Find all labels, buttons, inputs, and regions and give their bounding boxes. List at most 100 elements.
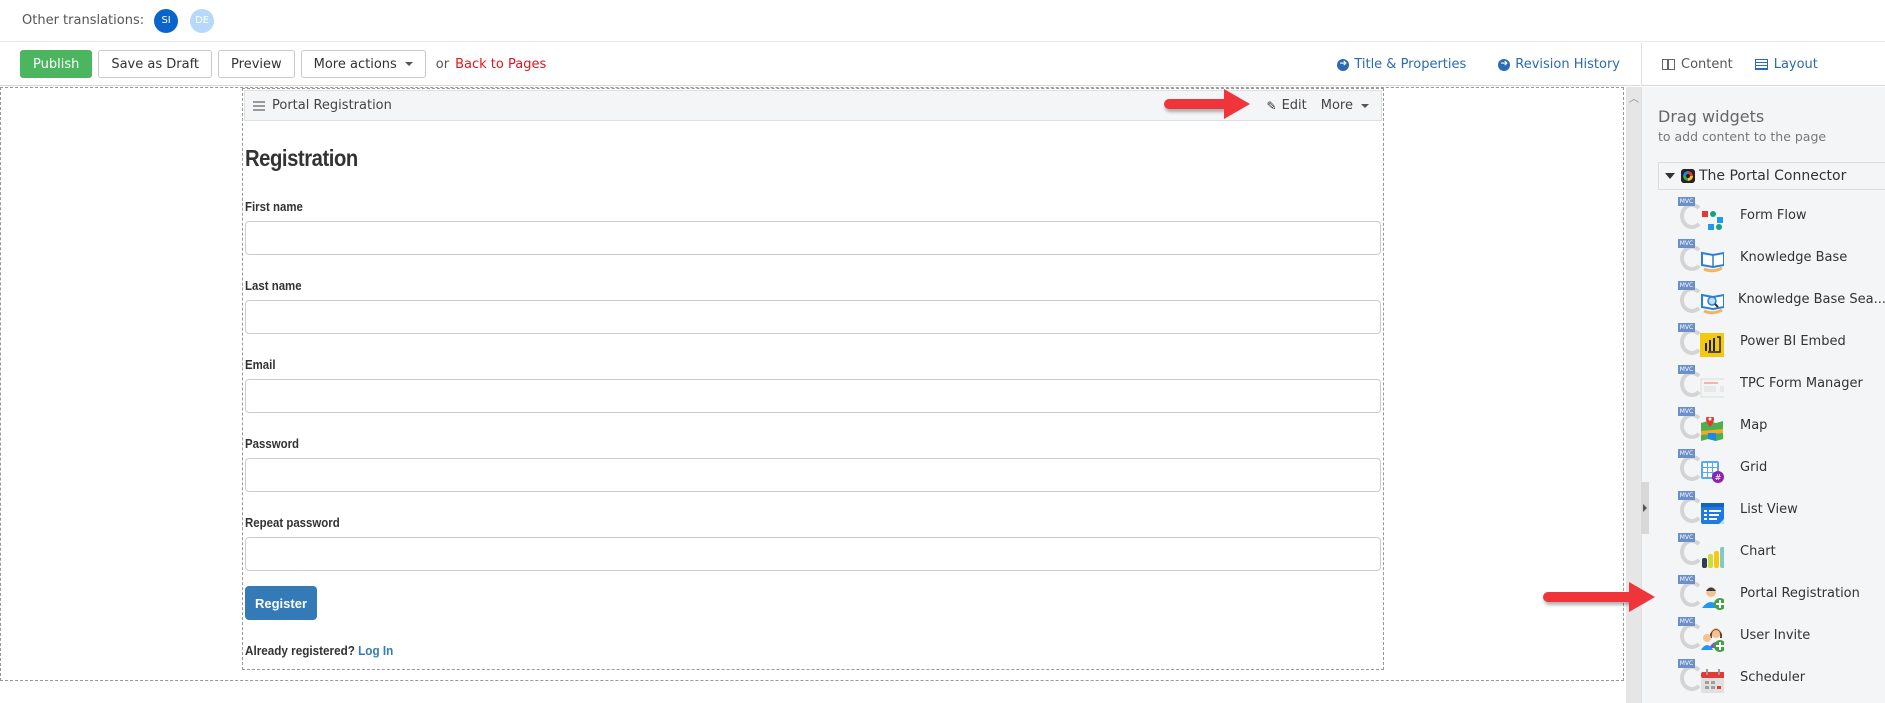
widget-item-list-view[interactable]: MVC List View [1678,488,1885,530]
widget-item-portal-registration[interactable]: MVC Portal Registration [1678,572,1885,614]
scroll-up-icon[interactable]: ︿ [1629,90,1639,105]
widget-label: Knowledge Base Sea... [1738,291,1885,307]
already-registered-text: Already registered? Log In [245,643,1267,658]
repeat-password-label: Repeat password [245,515,340,530]
tab-content[interactable]: Content [1662,57,1733,72]
widget-label: Portal Registration [1740,585,1860,601]
widget-group-portal-connector[interactable]: The Portal Connector [1658,162,1885,190]
portal-registration-icon: MVC [1678,575,1726,611]
language-de-button[interactable]: DE [190,8,215,33]
register-button[interactable]: Register [245,586,317,620]
page-toolbar: Publish Save as Draft Preview More actio… [0,43,1640,86]
widget-label: Chart [1740,543,1776,559]
layout-icon [1754,58,1768,70]
widget-item-map[interactable]: MVC Map [1678,404,1885,446]
scheduler-icon: MVC [1678,659,1726,695]
tab-layout-label: Layout [1773,56,1818,72]
more-actions-dropdown[interactable]: More actions [300,50,426,78]
translations-label: Other translations: [22,13,145,28]
group-label: The Portal Connector [1699,168,1847,184]
annotation-arrow-edit [1164,89,1250,119]
widget-item-form-flow[interactable]: MVC Form Flow [1678,194,1885,236]
widget-label: Knowledge Base [1740,249,1848,265]
title-properties-link[interactable]: ➜ Title & Properties [1337,57,1466,72]
back-to-pages-link[interactable]: Back to Pages [455,57,546,72]
or-text: or [435,56,450,72]
list-view-icon: MVC [1678,491,1726,527]
mvc-badge: MVC [1678,323,1695,332]
widget-label: Power BI Embed [1740,333,1846,349]
preview-button[interactable]: Preview [218,50,295,78]
sidebar-subtitle: to add content to the page [1658,129,1827,144]
widget-item-scheduler[interactable]: MVC Scheduler [1678,656,1885,698]
arrow-circle-right-icon: ➜ [1337,58,1350,71]
form-manager-icon: MVC [1678,365,1726,401]
revision-history-link[interactable]: ➜ Revision History [1498,57,1620,72]
title-properties-label: Title & Properties [1354,57,1467,72]
portal-registration-widget[interactable]: Portal Registration ✎ Edit More Registrat… [242,88,1384,670]
mvc-badge: MVC [1678,407,1695,416]
mvc-badge: MVC [1678,239,1695,248]
page-canvas: Portal Registration ✎ Edit More Registrat… [0,87,1626,703]
columns-icon [1662,58,1675,70]
language-si-button[interactable]: SI [154,8,179,33]
last-name-label: Last name [245,278,302,293]
repeat-password-field[interactable] [245,537,1381,571]
more-actions-label: More actions [313,56,397,72]
last-name-field[interactable] [245,300,1381,334]
widget-item-knowledge-base-search[interactable]: MVC Knowledge Base Sea... [1678,278,1885,320]
widget-item-knowledge-base[interactable]: MVC Knowledge Base [1678,236,1885,278]
widget-label: User Invite [1740,627,1811,643]
widget-label: Scheduler [1740,669,1806,685]
knowledge-base-icon: MVC [1678,239,1726,275]
widget-label: Form Flow [1740,207,1807,223]
widget-label: TPC Form Manager [1740,375,1863,391]
knowledge-base-search-icon: MVC [1678,281,1724,317]
user-invite-icon: MVC [1678,617,1726,653]
mvc-badge: MVC [1678,659,1695,668]
mvc-badge: MVC [1678,617,1695,626]
grid-icon: MVC # [1678,449,1726,485]
first-name-label: First name [245,199,303,214]
already-registered-label: Already registered? [245,643,355,658]
widget-item-power-bi-embed[interactable]: MVC Power BI Embed [1678,320,1885,362]
first-name-field[interactable] [245,221,1381,255]
save-draft-button[interactable]: Save as Draft [98,50,213,78]
drag-handle-icon[interactable] [253,100,265,111]
password-field[interactable] [245,458,1381,492]
chart-icon: MVC [1678,533,1726,569]
mvc-badge: MVC [1678,491,1695,500]
email-field[interactable] [245,379,1381,413]
revision-history-label: Revision History [1515,57,1620,72]
page-links: ➜ Title & Properties ➜ Revision History [1305,43,1620,86]
pencil-icon: ✎ [1266,98,1277,113]
widget-edit-button[interactable]: ✎ Edit [1267,98,1307,113]
mvc-badge: MVC [1678,533,1695,542]
sidebar-mode-tabs: Content Layout [1641,43,1885,86]
mvc-badge: MVC [1678,365,1695,374]
widget-item-user-invite[interactable]: MVC User Invite [1678,614,1885,656]
publish-button[interactable]: Publish [20,50,93,78]
form-heading: Registration [245,145,358,171]
portal-connector-logo-icon [1681,169,1695,183]
mvc-badge: MVC [1678,449,1695,458]
widget-item-chart[interactable]: MVC Chart [1678,530,1885,572]
widget-edit-label: Edit [1281,98,1307,113]
widget-more-label: More [1320,98,1353,113]
widget-item-tpc-form-manager[interactable]: MVC TPC Form Manager [1678,362,1885,404]
password-label: Password [245,436,300,451]
widget-label: Grid [1740,459,1768,475]
login-link[interactable]: Log In [358,643,393,658]
tab-layout[interactable]: Layout [1754,56,1818,72]
chevron-down-icon [404,62,413,66]
power-bi-icon: MVC [1678,323,1726,359]
widget-more-dropdown[interactable]: More [1321,98,1369,113]
svg-text:#: # [1715,473,1722,482]
email-label: Email [245,357,276,372]
mvc-badge: MVC [1678,197,1695,206]
map-icon: MVC [1678,407,1726,443]
form-flow-icon: MVC [1678,197,1726,233]
sidebar-collapse-toggle[interactable] [1641,482,1649,534]
widget-item-grid[interactable]: MVC # Grid [1678,446,1885,488]
sidebar-title: Drag widgets [1658,107,1765,126]
